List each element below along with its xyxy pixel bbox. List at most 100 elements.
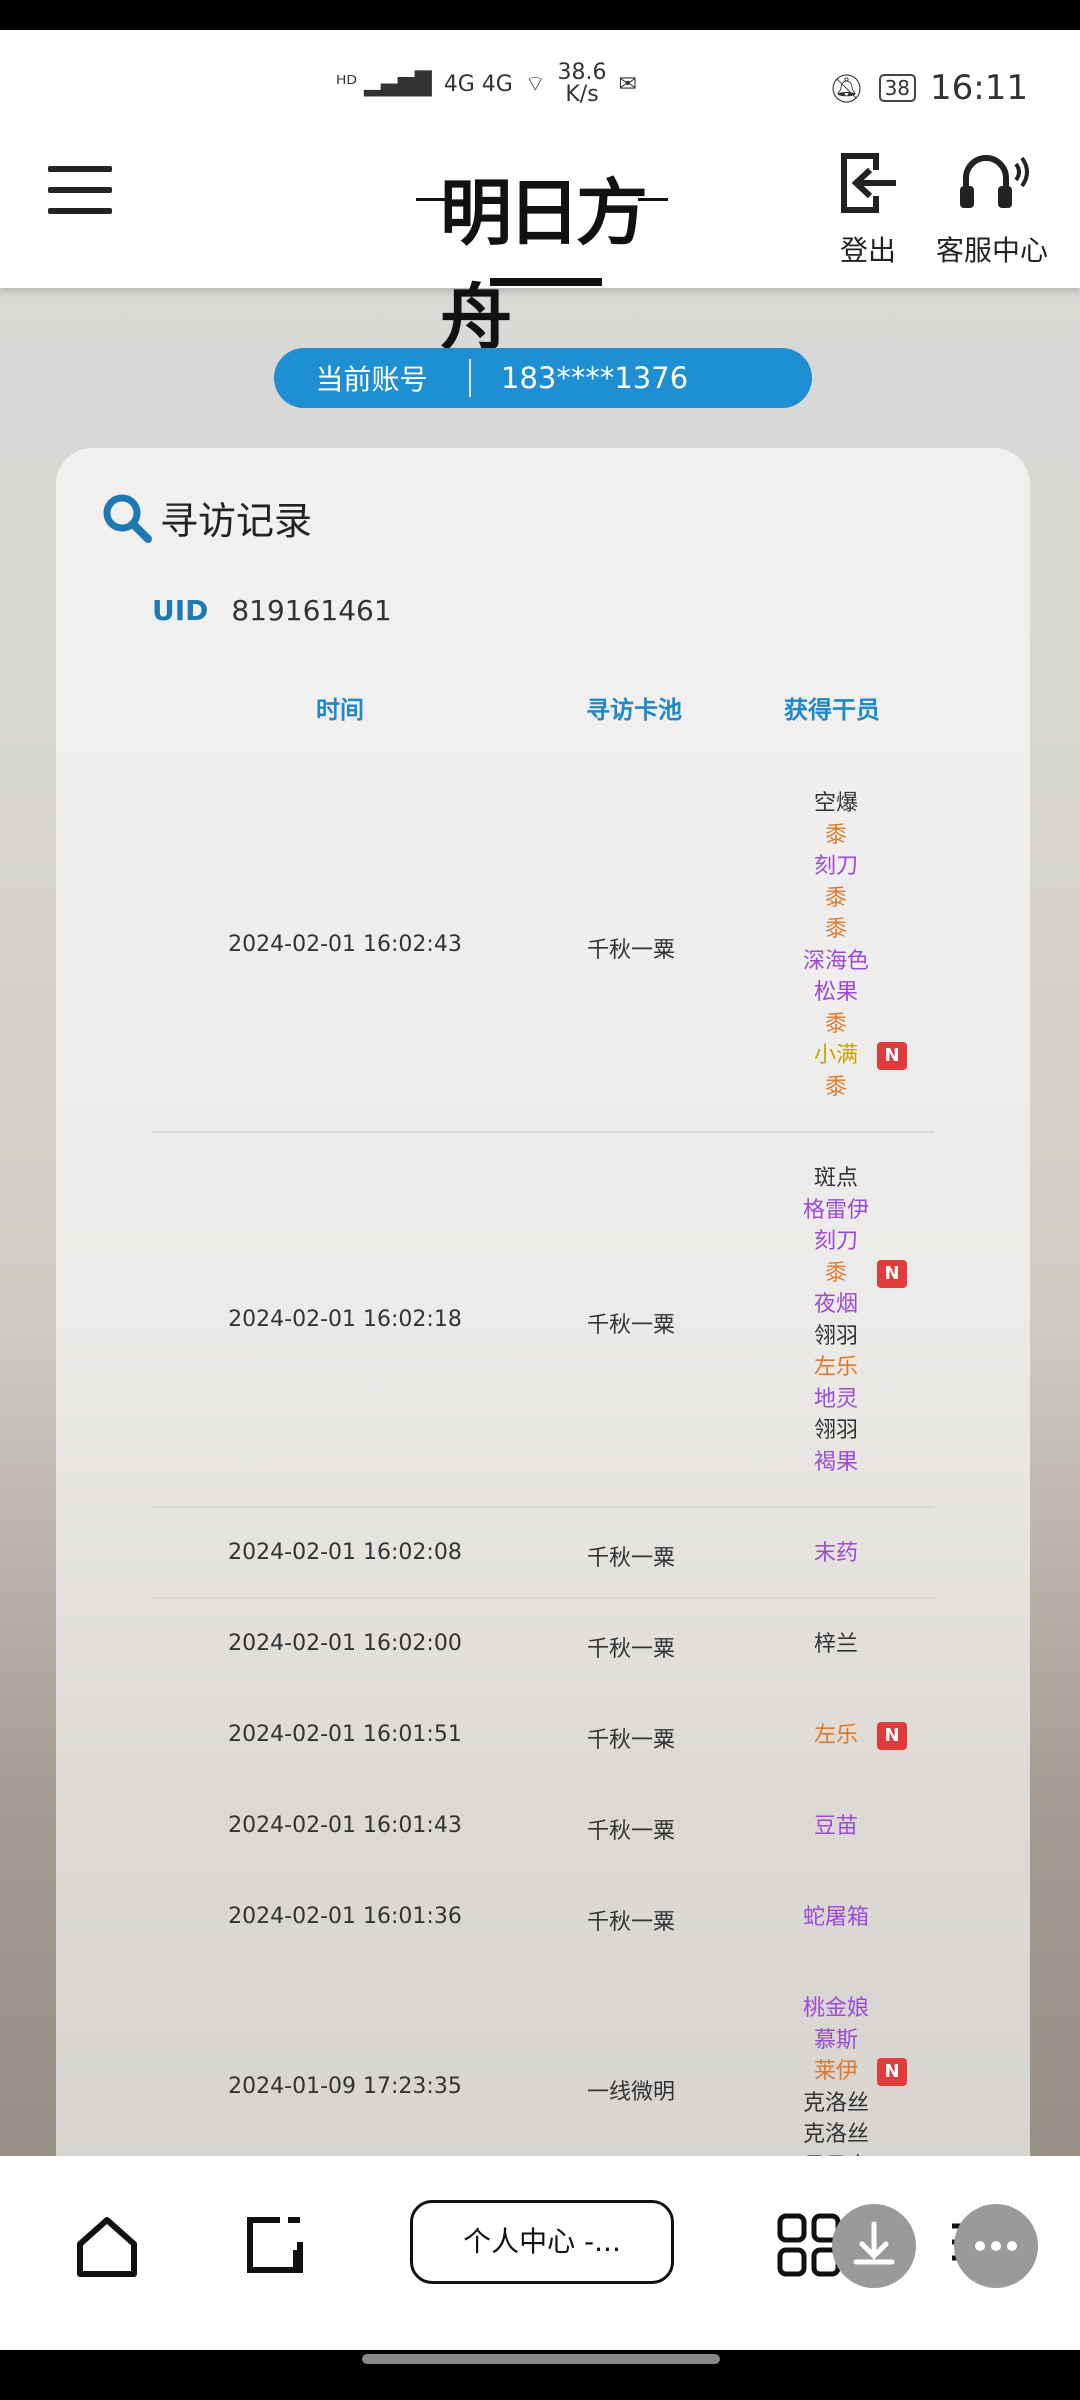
row-time: 2024-02-01 16:02:18 [228, 1306, 462, 1332]
col-header-operators: 获得干员 [784, 696, 880, 724]
operator-name: 褐果 [813, 1449, 858, 1475]
new-badge: N [877, 2058, 907, 2086]
customer-service-button[interactable]: 客服中心 [936, 150, 1048, 269]
mute-icon: 🔕︎ [829, 71, 865, 105]
logout-icon [841, 153, 896, 213]
row-time: 2024-01-09 17:23:35 [228, 2073, 462, 2099]
more-options-button[interactable] [954, 2204, 1038, 2288]
account-label: 当前账号 [315, 363, 428, 396]
operator-name: 黍 [824, 1011, 847, 1037]
account-value: 183****1376 [501, 361, 689, 395]
operator-name: 夜烟 [813, 1292, 858, 1317]
download-icon [853, 2221, 895, 2265]
row-operators: 豆苗 [776, 1811, 896, 1843]
headset-icon [960, 155, 1029, 208]
clock: 16:11 [930, 68, 1028, 108]
search-icon [103, 494, 152, 543]
operator-name: 莱伊 N [776, 2056, 907, 2088]
operator-name: 桃金娘 [802, 1996, 869, 2021]
operator-name: 松果 [813, 980, 858, 1005]
col-header-pool: 寻访卡池 [586, 696, 682, 724]
row-pool: 千秋一粟 [586, 1636, 675, 1662]
record-card: 寻访记录 UID 819161461 时间 寻访卡池 获得干员 2024-02-… [56, 448, 1030, 2208]
current-tab-button[interactable]: 个人中心 -... [410, 2200, 674, 2284]
status-bar: ᴴᴰ ▂▄▆█ 4G 4G ⌔ 38.6 K/s ✉ 🔕︎ 38 16:11 [0, 30, 1080, 130]
tabs-icon[interactable] [244, 2214, 306, 2276]
row-operators: 桃金娘慕斯莱伊N克洛丝克洛丝月见夜 [776, 1993, 907, 2182]
battery-icon: 38 [878, 74, 917, 102]
new-badge: N [877, 1042, 907, 1070]
table-row: 2024-02-01 16:01:51 千秋一粟 左乐 N [56, 1690, 1030, 1781]
status-right: 🔕︎ 38 16:11 [829, 68, 1028, 108]
top-black-bar [0, 0, 1080, 30]
operator-name: 黍 [824, 917, 847, 942]
operator-name: 克洛丝 [802, 2090, 869, 2116]
operator-name: 左乐 N [776, 1720, 907, 1752]
operator-name: 深海色 [802, 948, 869, 974]
operator-name: 黍 [824, 822, 847, 848]
network-speed: 38.6 K/s [557, 60, 607, 107]
row-time: 2024-02-01 16:01:43 [228, 1812, 462, 1838]
operator-name: 黍N [776, 1258, 907, 1290]
row-operators: 斑点 格雷伊 刻刀黍 N 夜烟 翎羽 左乐 地灵 翎羽 褐果 [776, 1163, 907, 1478]
row-time: 2024-02-01 16:02:08 [228, 1539, 462, 1565]
table-row: 2024-02-01 16:02:18 千秋一粟 斑点 格雷伊 刻刀黍 N 夜烟 翎羽 左乐 地灵… [56, 1133, 1030, 1508]
table-row: 2024-02-01 16:01:43 千秋一粟 豆苗 [56, 1781, 1030, 1872]
browser-bottom-bar: 个人中心 -... [0, 2156, 1080, 2350]
system-nav-bar [0, 2350, 1080, 2400]
table-row: 2024-02-01 16:01:36 千秋一粟 蛇屠箱 [56, 1872, 1030, 1963]
signal-text: 4G 4G [443, 71, 513, 97]
row-operators: 梓兰 [776, 1629, 896, 1661]
operator-name: 翎羽 [813, 1323, 858, 1349]
row-time: 2024-02-01 16:01:36 [228, 1903, 462, 1929]
row-pool: 千秋一粟 [586, 1818, 675, 1844]
operator-name: 格雷伊 [802, 1197, 869, 1223]
operator-name: 地灵 [813, 1386, 858, 1412]
operator-name: 末药 [813, 1540, 858, 1566]
table-row: 2024-02-01 16:02:08 千秋一粟 末药 [56, 1508, 1030, 1599]
uid-row: UID 819161461 [152, 594, 392, 627]
card-title: 寻访记录 [100, 490, 312, 545]
uid-label: UID [152, 594, 209, 627]
row-operators: 空爆黍刻刀黍黍深海色 松果黍小满 N 黍 [776, 788, 907, 1103]
operator-name: 黍 [824, 1074, 847, 1100]
operator-name: 豆苗 [813, 1813, 858, 1839]
operator-name: 刻刀 [813, 854, 858, 879]
operator-name: 梓兰 [813, 1631, 858, 1657]
uid-value: 819161461 [231, 594, 392, 627]
current-account-pill: 当前账号 183****1376 [274, 348, 812, 408]
record-table: 2024-02-01 16:02:43 千秋一粟 空爆黍刻刀黍黍深海色 松果黍小满 N 黍… [56, 758, 1030, 2208]
gesture-handle[interactable] [362, 2354, 720, 2364]
hd-signal-icon: ᴴᴰ ▂▄▆█ [336, 71, 432, 97]
row-time: 2024-02-01 16:02:43 [228, 931, 462, 957]
wifi-icon: ⌔ [524, 72, 546, 97]
col-header-time: 时间 [316, 696, 364, 724]
table-row: 2024-02-01 16:02:00 千秋一粟 梓兰 [56, 1599, 1030, 1690]
new-badge: N [877, 1721, 907, 1750]
row-time: 2024-02-01 16:02:00 [228, 1630, 462, 1656]
row-time: 2024-02-01 16:01:51 [228, 1721, 462, 1747]
operator-name: 小满 N [776, 1040, 907, 1072]
operator-name: 慕斯 [813, 2027, 858, 2053]
row-pool: 千秋一粟 [586, 1545, 675, 1571]
home-icon[interactable] [74, 2214, 140, 2280]
operator-name: 克洛丝 [802, 2122, 869, 2147]
table-row: 2024-02-01 16:02:43 千秋一粟 空爆黍刻刀黍黍深海色 松果黍小满 N 黍 [56, 758, 1030, 1133]
operator-name: 翎羽 [813, 1418, 858, 1443]
operator-name: 空爆 [813, 791, 858, 816]
row-pool: 一线微明 [586, 2079, 675, 2105]
notification-icon: ✉ [618, 71, 637, 97]
logout-label: 登出 [839, 234, 896, 267]
new-badge: N [877, 1259, 907, 1288]
operator-name: 蛇屠箱 [802, 1904, 869, 1930]
row-operators: 左乐 N [776, 1720, 907, 1752]
record-title: 寻访记录 [160, 499, 313, 543]
logout-button[interactable]: 登出 [836, 150, 900, 269]
operator-name: 左乐 [813, 1355, 858, 1380]
menu-icon[interactable] [48, 166, 112, 214]
download-button[interactable] [832, 2204, 916, 2288]
row-pool: 千秋一粟 [586, 937, 675, 963]
service-label: 客服中心 [936, 234, 1049, 267]
row-pool: 千秋一粟 [586, 1909, 675, 1935]
row-operators: 末药 [776, 1538, 896, 1570]
